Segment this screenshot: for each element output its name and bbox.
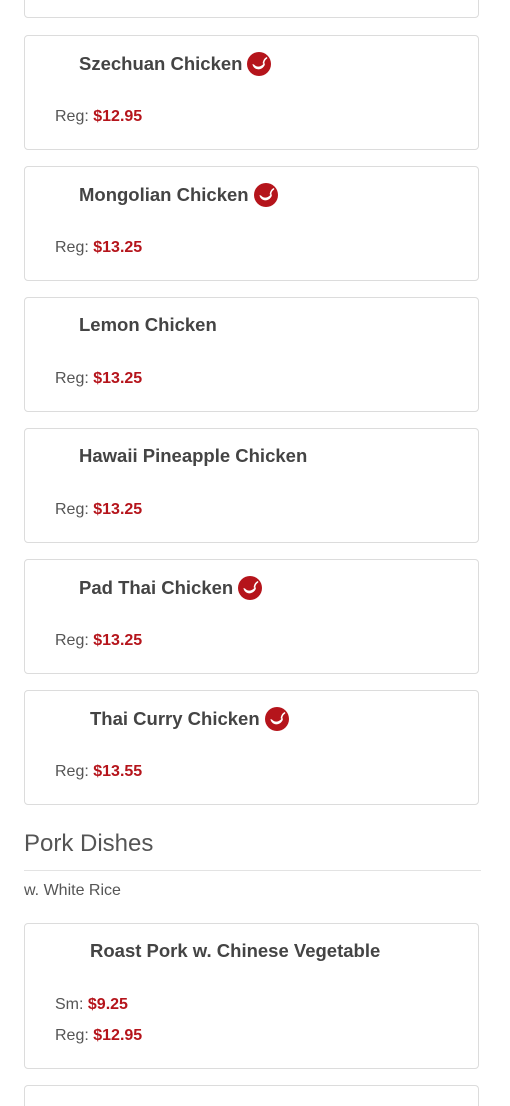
menu-item-name: Roast Pork w. Chinese Vegetable xyxy=(90,940,381,961)
menu-item-card[interactable]: Pad Thai Chicken Reg: $13.25 xyxy=(24,559,479,674)
price-label: Sm: xyxy=(55,996,88,1013)
price-row: Reg: $12.95 xyxy=(55,108,142,126)
menu-item-name: Hawaii Pineapple Chicken xyxy=(79,445,308,466)
price-value: $13.25 xyxy=(93,370,143,387)
price-row: Reg: $12.95 xyxy=(55,1027,142,1045)
price-label: Reg: xyxy=(55,1027,94,1044)
price-row: Reg: $13.25 xyxy=(55,632,142,650)
price-label: Reg: xyxy=(55,763,94,780)
menu-item-card[interactable]: Hawaii Pineapple Chicken Reg: $13.25 xyxy=(24,428,479,543)
price-value: $13.25 xyxy=(93,632,143,649)
chili-pepper-icon xyxy=(264,707,289,731)
menu-item-title: Roast Pork w. Chinese Vegetable xyxy=(90,940,380,962)
menu-item-card-partial[interactable] xyxy=(24,1085,479,1106)
price-label: Reg: xyxy=(55,108,94,125)
chili-pepper-icon xyxy=(253,183,278,207)
menu-item-name: Pad Thai Chicken xyxy=(79,577,234,598)
section-divider xyxy=(24,870,481,871)
menu-item-card-partial[interactable] xyxy=(24,0,479,18)
price-value: $12.95 xyxy=(93,108,143,125)
menu-item-title: Thai Curry Chicken xyxy=(90,707,289,731)
menu-item-name: Thai Curry Chicken xyxy=(90,708,260,729)
menu-item-card[interactable]: Lemon Chicken Reg: $13.25 xyxy=(24,297,479,412)
menu-item-title: Lemon Chicken xyxy=(79,314,217,336)
menu-item-title: Mongolian Chicken xyxy=(79,183,278,207)
price-value: $13.25 xyxy=(93,239,143,256)
price-label: Reg: xyxy=(55,501,94,518)
menu-item-name: Szechuan Chicken xyxy=(79,53,243,74)
price-label: Reg: xyxy=(55,370,94,387)
price-value: $13.25 xyxy=(93,501,143,518)
menu-item-card[interactable]: Roast Pork w. Chinese Vegetable Sm: $9.2… xyxy=(24,923,479,1069)
price-row: Sm: $9.25 xyxy=(55,996,128,1014)
menu-item-title: Szechuan Chicken xyxy=(79,52,272,76)
price-row: Reg: $13.25 xyxy=(55,239,142,257)
section-note: w. White Rice xyxy=(24,882,121,899)
menu-item-card[interactable]: Thai Curry Chicken Reg: $13.55 xyxy=(24,690,479,805)
section-title: Pork Dishes xyxy=(24,830,154,857)
price-value: $9.25 xyxy=(87,996,128,1013)
menu-item-title: Hawaii Pineapple Chicken xyxy=(79,445,307,467)
price-value: $12.95 xyxy=(93,1027,143,1044)
price-row: Reg: $13.25 xyxy=(55,501,142,519)
price-value: $13.55 xyxy=(93,763,143,780)
price-row: Reg: $13.55 xyxy=(55,763,142,781)
menu-item-title: Pad Thai Chicken xyxy=(79,576,263,600)
price-label: Reg: xyxy=(55,632,94,649)
menu-item-card[interactable]: Szechuan Chicken Reg: $12.95 xyxy=(24,35,479,150)
price-row: Reg: $13.25 xyxy=(55,370,142,388)
menu-item-card[interactable]: Mongolian Chicken Reg: $13.25 xyxy=(24,166,479,281)
chili-pepper-icon xyxy=(238,576,263,600)
menu-page: Szechuan Chicken Reg: $12.95 Mongolian C… xyxy=(0,0,510,1106)
chili-pepper-icon xyxy=(247,52,272,76)
menu-item-name: Lemon Chicken xyxy=(79,314,217,335)
price-label: Reg: xyxy=(55,239,94,256)
menu-item-name: Mongolian Chicken xyxy=(79,184,249,205)
